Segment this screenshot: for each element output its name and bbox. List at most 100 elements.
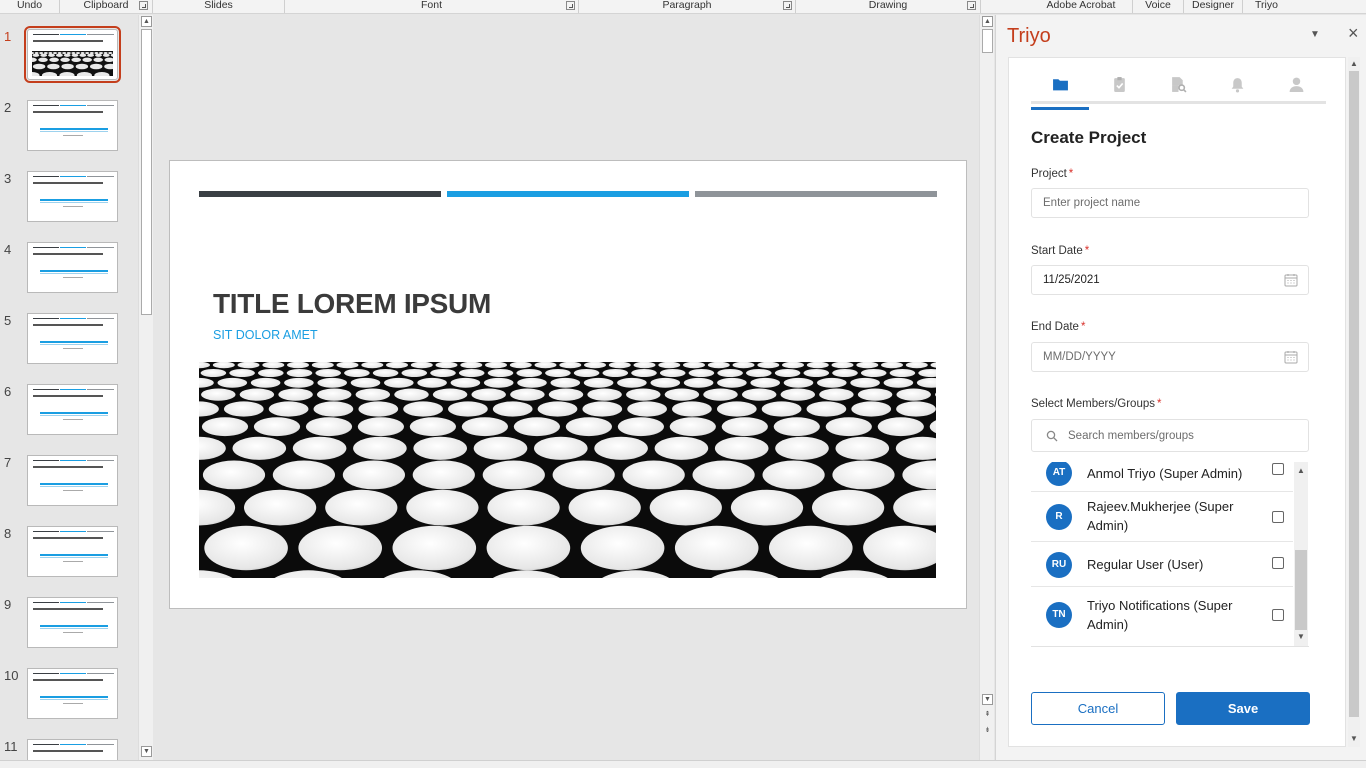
editor-scrollbar[interactable]: ▲ ▼ ⇞ ⇟	[979, 15, 994, 760]
editor-scroll-thumb[interactable]	[982, 29, 993, 53]
ribbon-group-paragraph[interactable]: Paragraph	[579, 0, 796, 13]
slide-thumbnail[interactable]	[27, 668, 118, 719]
tab-notifications[interactable]	[1217, 76, 1257, 100]
thumb-bar	[33, 389, 59, 390]
list-item[interactable]: TN Triyo Notifications (Super Admin)	[1031, 587, 1293, 642]
list-item[interactable]: R Rajeev.Mukherjee (Super Admin)	[1031, 492, 1293, 542]
thumb-title-line	[33, 750, 103, 752]
slide-thumbnail-row[interactable]: 11	[0, 739, 138, 760]
thumbnail-scroll-down-icon[interactable]: ▼	[141, 746, 152, 757]
save-button[interactable]: Save	[1176, 692, 1310, 725]
list-item[interactable]: AT Anmol Triyo (Super Admin)	[1031, 462, 1293, 492]
ribbon-group-undo[interactable]: Undo	[0, 0, 60, 13]
slide-thumbnail-row[interactable]: 1	[0, 26, 138, 87]
member-name: Triyo Notifications (Super Admin)	[1087, 598, 1233, 632]
slide-thumbnail[interactable]	[27, 526, 118, 577]
thumb-bar	[87, 247, 114, 248]
thumb-bar	[60, 34, 86, 35]
thumb-line	[63, 632, 83, 633]
member-name: Rajeev.Mukherjee (Super Admin)	[1087, 499, 1234, 533]
thumb-bar	[87, 318, 114, 319]
slide-thumbnail-row[interactable]: 8	[0, 526, 138, 584]
start-date-field[interactable]: 11/25/2021	[1031, 265, 1309, 295]
tab-profile[interactable]	[1276, 76, 1316, 100]
thumbnail-scroll-up-icon[interactable]: ▲	[141, 16, 152, 27]
ribbon-group-triyo[interactable]: Triyo	[1243, 0, 1290, 13]
slide-thumbnail-row[interactable]: 2	[0, 100, 138, 158]
slide-thumbnail[interactable]	[27, 100, 118, 151]
thumbnail-scroll-thumb[interactable]	[141, 29, 152, 315]
members-scroll-up-icon[interactable]: ▲	[1297, 466, 1305, 475]
pane-scroll-up-icon[interactable]: ▲	[1350, 59, 1358, 68]
tab-documents[interactable]	[1158, 76, 1198, 100]
thumb-line	[40, 199, 108, 201]
end-date-field[interactable]: MM/DD/YYYY	[1031, 342, 1309, 372]
thumb-bar	[33, 176, 59, 177]
thumb-title-line	[33, 182, 103, 184]
member-search-input[interactable]	[1068, 421, 1298, 450]
editor-scroll-up-icon[interactable]: ▲	[982, 16, 993, 27]
slide-thumbnail-row[interactable]: 3	[0, 171, 138, 229]
ribbon-group-drawing[interactable]: Drawing	[796, 0, 981, 13]
slide-canvas[interactable]: TITLE LOREM IPSUM SIT DOLOR AMET	[169, 160, 967, 609]
ribbon-group-adobe-acrobat[interactable]: Adobe Acrobat	[1030, 0, 1133, 13]
slide-thumbnail[interactable]	[27, 455, 118, 506]
editor-scroll-down-icon[interactable]: ▼	[982, 694, 993, 705]
calendar-icon[interactable]	[1284, 273, 1298, 287]
pane-scroll-down-icon[interactable]: ▼	[1350, 734, 1358, 743]
slide-discs-image[interactable]	[199, 362, 936, 578]
clipboard-launcher-icon[interactable]	[139, 1, 148, 10]
slide-thumbnail-row[interactable]: 9	[0, 597, 138, 655]
slide-thumbnail[interactable]	[27, 739, 118, 760]
thumb-line	[40, 412, 108, 414]
thumb-title-line	[33, 111, 103, 113]
drawing-launcher-icon[interactable]	[967, 1, 976, 10]
font-launcher-icon[interactable]	[566, 1, 575, 10]
slide-thumbnail-row[interactable]: 6	[0, 384, 138, 442]
ribbon-group-voice[interactable]: Voice	[1133, 0, 1184, 13]
thumb-line	[40, 128, 108, 130]
members-scroll-down-icon[interactable]: ▼	[1297, 632, 1305, 641]
paragraph-launcher-icon[interactable]	[783, 1, 792, 10]
next-slide-icon[interactable]: ⇟	[982, 726, 993, 737]
pane-scrollbar[interactable]: ▲ ▼	[1348, 57, 1360, 747]
thumb-title-line	[33, 324, 103, 326]
members-scroll-thumb[interactable]	[1295, 550, 1307, 630]
start-date-label-text: Start Date	[1031, 245, 1083, 257]
slide-subtitle[interactable]: SIT DOLOR AMET	[213, 328, 318, 342]
thumbnail-scrollbar[interactable]: ▲ ▼	[138, 15, 153, 760]
tab-tasks[interactable]	[1099, 76, 1139, 100]
form-heading: Create Project	[1031, 128, 1147, 147]
members-label-text: Select Members/Groups	[1031, 398, 1155, 410]
member-checkbox[interactable]	[1272, 463, 1284, 475]
previous-slide-icon[interactable]: ⇞	[982, 710, 993, 721]
calendar-icon[interactable]	[1284, 350, 1298, 364]
member-checkbox[interactable]	[1272, 511, 1284, 523]
slide-thumbnail[interactable]	[27, 313, 118, 364]
thumb-line	[63, 277, 83, 278]
slide-thumbnail[interactable]	[27, 242, 118, 293]
slide-thumbnail[interactable]	[24, 26, 121, 83]
ribbon-group-font[interactable]: Font	[285, 0, 579, 13]
slide-thumbnail[interactable]	[27, 171, 118, 222]
slide-thumbnail-row[interactable]: 4	[0, 242, 138, 300]
project-name-input[interactable]	[1031, 188, 1309, 218]
slide-title[interactable]: TITLE LOREM IPSUM	[213, 288, 491, 320]
ribbon-group-designer[interactable]: Designer	[1184, 0, 1243, 13]
member-checkbox[interactable]	[1272, 557, 1284, 569]
pane-close-icon[interactable]: ×	[1348, 24, 1359, 42]
member-search-box[interactable]	[1031, 419, 1309, 452]
list-item[interactable]: RU Regular User (User)	[1031, 542, 1293, 587]
pane-options-chevron-down-icon[interactable]: ▼	[1310, 29, 1320, 40]
slide-thumbnail-row[interactable]: 5	[0, 313, 138, 371]
slide-thumbnail[interactable]	[27, 597, 118, 648]
ribbon-group-slides[interactable]: Slides	[153, 0, 285, 13]
members-scrollbar[interactable]: ▲ ▼	[1294, 462, 1308, 646]
slide-thumbnail-row[interactable]: 7	[0, 455, 138, 513]
tab-projects[interactable]	[1031, 76, 1089, 110]
slide-thumbnail-row[interactable]: 10	[0, 668, 138, 726]
slide-thumbnail[interactable]	[27, 384, 118, 435]
member-checkbox[interactable]	[1272, 609, 1284, 621]
pane-scroll-thumb[interactable]	[1349, 71, 1359, 717]
cancel-button[interactable]: Cancel	[1031, 692, 1165, 725]
